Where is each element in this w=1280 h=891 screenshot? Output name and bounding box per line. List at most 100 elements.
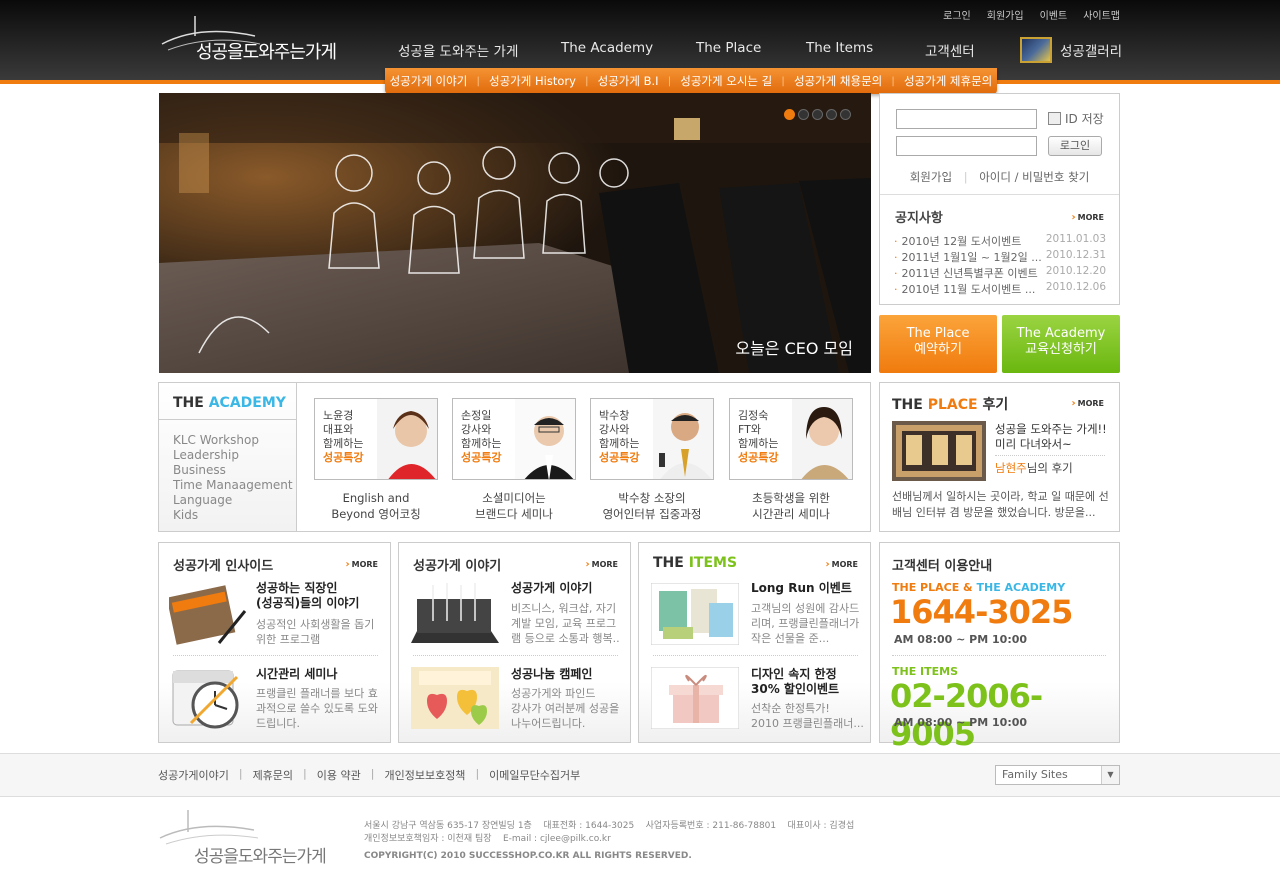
- speaker-card[interactable]: 박수창 강사와 함께하는 성공특강: [590, 398, 714, 480]
- academy-menu-item[interactable]: Leadership: [173, 448, 293, 463]
- cs-phone-2[interactable]: 02-2006-9005: [890, 677, 1119, 753]
- dropdown-arrow-icon[interactable]: ▼: [1101, 766, 1119, 784]
- review-more-link[interactable]: MORE: [1071, 398, 1104, 409]
- story-item-desc: 성공가게와 파인드 강사가 여러분께 성공을 나누어드립니다.: [511, 686, 619, 731]
- speaker-role: 강사와: [599, 423, 630, 436]
- review-headline[interactable]: 성공을 도와주는 가게!! 미리 다녀와서~: [995, 422, 1107, 452]
- speaker-tag: 성공특강: [599, 451, 640, 464]
- family-sites-select[interactable]: Family Sites ▼: [995, 765, 1120, 785]
- inside-more-link[interactable]: MORE: [345, 559, 378, 570]
- items-item-title[interactable]: Long Run 이벤트: [751, 581, 852, 596]
- title-line: (성공직)들의 이야기: [256, 596, 360, 610]
- user-id-input[interactable]: [896, 109, 1037, 129]
- subnav-partnership[interactable]: 성공가게 제휴문의: [904, 73, 992, 89]
- slide-dot-2[interactable]: [798, 109, 809, 120]
- academy-menu-item[interactable]: Business: [173, 463, 293, 478]
- notice-item[interactable]: · 2011년 1월1일 ~ 1월2일 ... 2010.12.31: [894, 249, 1106, 265]
- slide-dot-3[interactable]: [812, 109, 823, 120]
- gift-box-image[interactable]: [651, 667, 739, 729]
- speaker-caption[interactable]: English and Beyond 영어코칭: [301, 490, 451, 522]
- subnav-bi[interactable]: 성공가게 B.I: [598, 73, 659, 89]
- place-reservation-button[interactable]: The Place 예약하기: [879, 315, 997, 373]
- gnb-items[interactable]: The Items: [806, 40, 873, 56]
- event-link[interactable]: 이벤트: [1040, 7, 1068, 22]
- footer-link-no-email[interactable]: 이메일무단수집거부: [489, 767, 580, 783]
- body-line: 선배님께서 일하시는 곳이라, 학교 일 때문에 선: [892, 490, 1109, 503]
- password-input[interactable]: [896, 136, 1037, 156]
- academy-sidebar: THE ACADEMY KLC Workshop Leadership Busi…: [159, 383, 297, 531]
- place-photo[interactable]: [892, 421, 986, 481]
- speaker-caption[interactable]: 박수창 소장의 영어인터뷰 집중과정: [577, 490, 727, 522]
- slide-indicators: [784, 109, 851, 120]
- gnb-gallery[interactable]: 성공갤러리: [1060, 40, 1122, 60]
- desc-line: 작은 선물을 준...: [751, 632, 830, 645]
- footer-link-privacy[interactable]: 개인정보보호정책: [384, 767, 465, 783]
- workshop-board-image[interactable]: [411, 581, 499, 645]
- academy-menu-item[interactable]: Kids: [173, 508, 293, 523]
- caption-line: 브랜드다 세미나: [475, 507, 553, 521]
- subnav-recruit[interactable]: 성공가게 채용문의: [794, 73, 882, 89]
- notice-item[interactable]: · 2011년 신년특별쿠폰 이벤트 2010.12.20: [894, 265, 1106, 281]
- story-more-link[interactable]: MORE: [585, 559, 618, 570]
- notice-more-link[interactable]: MORE: [1071, 212, 1104, 223]
- gnb-customer[interactable]: 고객센터: [925, 40, 975, 60]
- gallery-thumbnail-icon[interactable]: [1020, 37, 1052, 63]
- login-button[interactable]: 로그인: [1048, 136, 1102, 156]
- caption-line: Beyond 영어코칭: [331, 507, 421, 521]
- planner-product-image[interactable]: [651, 583, 739, 645]
- notice-item[interactable]: · 2010년 11월 도서이벤트 ... 2010.12.06: [894, 281, 1106, 297]
- subnav-directions[interactable]: 성공가게 오시는 길: [680, 73, 772, 89]
- inside-item-title[interactable]: 성공하는 직장인 (성공직)들의 이야기: [256, 581, 359, 611]
- inside-item-title[interactable]: 시간관리 세미나: [256, 667, 337, 682]
- checkbox-icon[interactable]: [1048, 112, 1061, 125]
- calendar-clock-icon[interactable]: [171, 665, 243, 731]
- academy-menu-item[interactable]: KLC Workshop: [173, 433, 293, 448]
- title-part: 후기: [977, 397, 1009, 413]
- speaker-caption[interactable]: 초등학생을 위한 시간관리 세미나: [716, 490, 866, 522]
- campaign-hearts-image[interactable]: [411, 667, 499, 729]
- items-item-title[interactable]: 디자인 속지 한정 30% 할인이벤트: [751, 667, 839, 697]
- join-link[interactable]: 회원가입: [910, 170, 952, 184]
- join-link[interactable]: 회원가입: [987, 7, 1024, 22]
- slide-dot-1[interactable]: [784, 109, 795, 120]
- hero-banner[interactable]: 오늘은 CEO 모임: [159, 93, 871, 373]
- desc-line: 위한 프로그램: [256, 633, 321, 646]
- speaker-caption[interactable]: 소셜미디어는 브랜드다 세미나: [439, 490, 589, 522]
- items-more-link[interactable]: MORE: [825, 559, 858, 570]
- story-item-title[interactable]: 성공가게 이야기: [511, 581, 592, 596]
- slide-dot-5[interactable]: [840, 109, 851, 120]
- footer-link-partnership[interactable]: 제휴문의: [253, 767, 293, 783]
- speaker-card[interactable]: 김정숙 FT와 함께하는 성공특강: [729, 398, 853, 480]
- logo-text[interactable]: 성공을도와주는가게: [196, 38, 337, 64]
- desc-line: 프랭클린 플래너를 보다 효: [256, 687, 378, 700]
- login-link[interactable]: 로그인: [943, 7, 971, 22]
- academy-menu-item[interactable]: Language: [173, 493, 293, 508]
- gnb-about[interactable]: 성공을 도와주는 가게: [398, 40, 518, 60]
- academy-menu-item[interactable]: Time Manaagement: [173, 478, 293, 493]
- footer-link-story[interactable]: 성공가게이야기: [158, 767, 229, 783]
- speaker-role: FT와: [738, 423, 761, 436]
- slide-dot-4[interactable]: [826, 109, 837, 120]
- speaker-card[interactable]: 노윤경 대표와 함께하는 성공특강: [314, 398, 438, 480]
- footer-link-terms[interactable]: 이용 약관: [317, 767, 361, 783]
- story-item-title[interactable]: 성공나눔 캠페인: [511, 667, 592, 682]
- desc-line: 강사가 여러분께 성공을: [511, 702, 620, 715]
- gnb-academy[interactable]: The Academy: [561, 40, 653, 56]
- desc-line: 과적으로 쓸수 있도록 도와: [256, 702, 378, 715]
- cs-phone-1[interactable]: 1644-3025: [890, 593, 1073, 631]
- review-body[interactable]: 선배님께서 일하시는 곳이라, 학교 일 때문에 선 배님 인터뷰 겸 방문을 했…: [892, 489, 1112, 521]
- subnav-history[interactable]: 성공가게 History: [489, 73, 576, 89]
- notice-title: 공지사항: [895, 211, 943, 226]
- academy-apply-button[interactable]: The Academy 교육신청하기: [1002, 315, 1120, 373]
- gnb-place[interactable]: The Place: [696, 40, 761, 56]
- find-account-link[interactable]: 아이디 / 비밀번호 찾기: [979, 170, 1089, 184]
- subnav-story[interactable]: 성공가게 이야기: [390, 73, 468, 89]
- divider: [413, 655, 618, 656]
- notice-item[interactable]: · 2010년 12월 도서이벤트 2011.01.03: [894, 233, 1106, 249]
- sitemap-link[interactable]: 사이트맵: [1083, 7, 1120, 22]
- id-save-checkbox[interactable]: ID 저장: [1048, 110, 1104, 127]
- endless-sign-image[interactable]: [169, 581, 249, 647]
- speaker-card[interactable]: 손정일 강사와 함께하는 성공특강: [452, 398, 576, 480]
- notice-text: 2011년 1월1일 ~ 1월2일 ...: [901, 251, 1042, 264]
- id-save-label: ID 저장: [1065, 112, 1104, 126]
